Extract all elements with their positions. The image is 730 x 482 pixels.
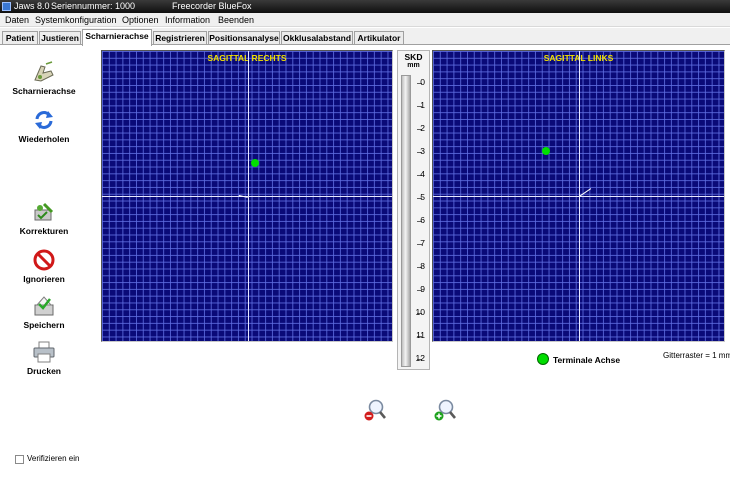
title-bar: Jaws 8.0 Seriennummer: 1000 Freecorder B… bbox=[0, 0, 730, 13]
speichern-button[interactable]: Speichern bbox=[5, 294, 83, 330]
tab-patient[interactable]: Patient bbox=[2, 31, 38, 45]
menu-information[interactable]: Information bbox=[165, 15, 210, 25]
tab-okklusalabstand[interactable]: Okklusalabstand bbox=[281, 31, 353, 45]
device-name: Freecorder BlueFox bbox=[172, 1, 252, 11]
wiederholen-label: Wiederholen bbox=[18, 134, 70, 144]
ruler-tick-label: 12 bbox=[415, 353, 425, 363]
ignore-icon bbox=[33, 249, 55, 271]
skd-ruler: SKD mm 0 1 2 3 4 5 6 7 8 9 10 11 12 bbox=[397, 50, 430, 370]
sagittal-left-plot: SAGITTAL LINKS bbox=[432, 50, 725, 342]
ruler-tick-label: 5 bbox=[420, 192, 425, 202]
ruler-tick-label: 10 bbox=[415, 307, 425, 317]
sagittal-right-title: SAGITTAL RECHTS bbox=[207, 53, 287, 63]
tab-artikulator[interactable]: Artikulator bbox=[354, 31, 404, 45]
ignorieren-button[interactable]: Ignorieren bbox=[5, 248, 83, 284]
ruler-tick-label: 7 bbox=[420, 238, 425, 248]
scharnierachse-label: Scharnierachse bbox=[12, 86, 76, 96]
ruler-tick-label: 1 bbox=[420, 100, 425, 110]
drucken-label: Drucken bbox=[26, 366, 61, 376]
tab-justieren[interactable]: Justieren bbox=[39, 31, 81, 45]
serial-number: Seriennummer: 1000 bbox=[51, 1, 136, 11]
verify-label: Verifizieren ein bbox=[27, 454, 80, 463]
grid-scale-note: Gitterraster = 1 mm bbox=[663, 351, 730, 360]
korrekturen-button[interactable]: Korrekturen bbox=[5, 200, 83, 236]
save-icon bbox=[34, 296, 54, 316]
ruler-tick-label: 6 bbox=[420, 215, 425, 225]
menu-optionen[interactable]: Optionen bbox=[122, 15, 159, 25]
ignorieren-label: Ignorieren bbox=[23, 274, 65, 284]
skd-unit: mm bbox=[407, 62, 420, 69]
menu-daten[interactable]: Daten bbox=[5, 15, 29, 25]
legend-terminal-axis-label: Terminale Achse bbox=[553, 355, 621, 365]
ruler-tick-label: 3 bbox=[420, 146, 425, 156]
speichern-label: Speichern bbox=[23, 320, 65, 330]
ruler-tick-label: 8 bbox=[420, 261, 425, 271]
repeat-icon bbox=[35, 111, 53, 129]
app-title: Jaws 8.0 bbox=[14, 1, 50, 11]
tab-bar: Patient Justieren Scharnierachse Registr… bbox=[0, 28, 730, 46]
terminal-axis-point bbox=[251, 159, 259, 167]
sagittal-right-plot: SAGITTAL RECHTS bbox=[101, 50, 393, 342]
printer-icon bbox=[33, 341, 55, 363]
korrekturen-label: Korrekturen bbox=[19, 226, 69, 236]
terminal-axis-point bbox=[542, 147, 550, 155]
ruler-tick-label: 11 bbox=[416, 330, 425, 340]
tab-positionsanalyse[interactable]: Positionsanalyse bbox=[208, 31, 280, 45]
scharnierachse-button[interactable]: Scharnierachse bbox=[5, 60, 83, 96]
tab-registrieren[interactable]: Registrieren bbox=[153, 31, 207, 45]
zoom-in-icon[interactable] bbox=[433, 398, 457, 422]
drucken-button[interactable]: Drucken bbox=[5, 340, 83, 376]
legend-terminal-axis-icon bbox=[537, 353, 549, 365]
menu-beenden[interactable]: Beenden bbox=[218, 15, 254, 25]
menu-bar: Daten Systemkonfiguration Optionen Infor… bbox=[0, 13, 730, 27]
zoom-out-icon[interactable] bbox=[363, 398, 387, 422]
skd-slider-track[interactable] bbox=[401, 75, 411, 367]
correction-icon bbox=[34, 202, 54, 221]
ruler-tick-label: 0 bbox=[420, 77, 425, 87]
menu-systemkonfiguration[interactable]: Systemkonfiguration bbox=[35, 15, 117, 25]
ruler-tick-label: 9 bbox=[420, 284, 425, 294]
hinge-axis-icon bbox=[34, 61, 54, 82]
verify-checkbox[interactable] bbox=[15, 455, 24, 464]
ruler-tick-label: 2 bbox=[420, 123, 425, 133]
tab-scharnierachse[interactable]: Scharnierachse bbox=[82, 29, 152, 46]
ruler-tick-label: 4 bbox=[420, 169, 425, 179]
skd-header: SKD bbox=[404, 52, 423, 62]
wiederholen-button[interactable]: Wiederholen bbox=[5, 108, 83, 144]
app-icon bbox=[2, 2, 11, 11]
